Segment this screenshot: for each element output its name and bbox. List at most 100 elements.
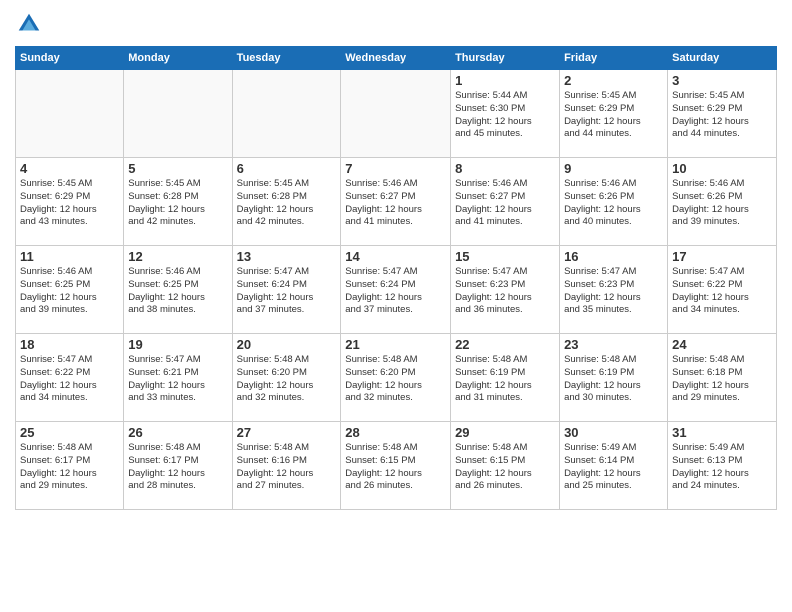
calendar-cell: 22 Sunrise: 5:48 AM Sunset: 6:19 PM Dayli… (451, 334, 560, 422)
calendar-cell: 7 Sunrise: 5:46 AM Sunset: 6:27 PM Daylig… (341, 158, 451, 246)
calendar-cell: 6 Sunrise: 5:45 AM Sunset: 6:28 PM Daylig… (232, 158, 341, 246)
calendar-cell: 30 Sunrise: 5:49 AM Sunset: 6:14 PM Dayli… (560, 422, 668, 510)
day-number: 7 (345, 161, 446, 176)
day-number: 17 (672, 249, 772, 264)
calendar-cell: 26 Sunrise: 5:48 AM Sunset: 6:17 PM Dayli… (124, 422, 232, 510)
day-number: 12 (128, 249, 227, 264)
calendar-cell: 25Sunrise: 5:48 AM Sunset: 6:17 PM Dayli… (16, 422, 124, 510)
day-info: Sunrise: 5:46 AM Sunset: 6:27 PM Dayligh… (455, 178, 555, 229)
day-info: Sunrise: 5:48 AM Sunset: 6:20 PM Dayligh… (345, 354, 446, 405)
day-number: 1 (455, 73, 555, 88)
calendar-cell: 24 Sunrise: 5:48 AM Sunset: 6:18 PM Dayli… (668, 334, 777, 422)
calendar-cell: 17 Sunrise: 5:47 AM Sunset: 6:22 PM Dayli… (668, 246, 777, 334)
day-number: 22 (455, 337, 555, 352)
day-info: Sunrise: 5:47 AM Sunset: 6:23 PM Dayligh… (455, 266, 555, 317)
calendar-cell: 11 Sunrise: 5:46 AM Sunset: 6:25 PM Dayli… (16, 246, 124, 334)
day-number: 14 (345, 249, 446, 264)
calendar-cell: 21Sunrise: 5:48 AM Sunset: 6:20 PM Dayli… (341, 334, 451, 422)
weekday-header-sunday: Sunday (16, 47, 124, 70)
weekday-header-thursday: Thursday (451, 47, 560, 70)
day-info: Sunrise: 5:46 AM Sunset: 6:27 PM Dayligh… (345, 178, 446, 229)
day-info: Sunrise: 5:48 AM Sunset: 6:16 PM Dayligh… (237, 442, 337, 493)
weekday-header-friday: Friday (560, 47, 668, 70)
day-number: 19 (128, 337, 227, 352)
weekday-header-row: SundayMondayTuesdayWednesdayThursdayFrid… (16, 47, 777, 70)
day-info: Sunrise: 5:48 AM Sunset: 6:18 PM Dayligh… (672, 354, 772, 405)
weekday-header-saturday: Saturday (668, 47, 777, 70)
day-info: Sunrise: 5:46 AM Sunset: 6:26 PM Dayligh… (672, 178, 772, 229)
day-number: 29 (455, 425, 555, 440)
day-number: 23 (564, 337, 663, 352)
calendar-cell: 15 Sunrise: 5:47 AM Sunset: 6:23 PM Dayli… (451, 246, 560, 334)
calendar-cell: 20 Sunrise: 5:48 AM Sunset: 6:20 PM Dayli… (232, 334, 341, 422)
calendar-cell: 14 Sunrise: 5:47 AM Sunset: 6:24 PM Dayli… (341, 246, 451, 334)
day-number: 6 (237, 161, 337, 176)
day-number: 28 (345, 425, 446, 440)
day-number: 4 (20, 161, 119, 176)
week-row-1: 1 Sunrise: 5:44 AM Sunset: 6:30 PM Daylig… (16, 70, 777, 158)
day-info: Sunrise: 5:47 AM Sunset: 6:23 PM Dayligh… (564, 266, 663, 317)
day-info: Sunrise: 5:48 AM Sunset: 6:15 PM Dayligh… (345, 442, 446, 493)
day-number: 18 (20, 337, 119, 352)
day-number: 27 (237, 425, 337, 440)
day-info: Sunrise: 5:49 AM Sunset: 6:13 PM Dayligh… (672, 442, 772, 493)
day-number: 30 (564, 425, 663, 440)
day-number: 16 (564, 249, 663, 264)
day-info: Sunrise: 5:45 AM Sunset: 6:29 PM Dayligh… (564, 90, 663, 141)
calendar-cell: 12 Sunrise: 5:46 AM Sunset: 6:25 PM Dayli… (124, 246, 232, 334)
day-number: 13 (237, 249, 337, 264)
logo (15, 10, 47, 38)
calendar-cell: 4 Sunrise: 5:45 AM Sunset: 6:29 PM Daylig… (16, 158, 124, 246)
calendar-cell: 31 Sunrise: 5:49 AM Sunset: 6:13 PM Dayli… (668, 422, 777, 510)
day-info: Sunrise: 5:48 AM Sunset: 6:19 PM Dayligh… (455, 354, 555, 405)
day-number: 5 (128, 161, 227, 176)
day-info: Sunrise: 5:49 AM Sunset: 6:14 PM Dayligh… (564, 442, 663, 493)
day-info: Sunrise: 5:47 AM Sunset: 6:24 PM Dayligh… (345, 266, 446, 317)
day-info: Sunrise: 5:48 AM Sunset: 6:15 PM Dayligh… (455, 442, 555, 493)
calendar-cell (124, 70, 232, 158)
logo-icon (15, 10, 43, 38)
day-number: 31 (672, 425, 772, 440)
day-info: Sunrise: 5:45 AM Sunset: 6:29 PM Dayligh… (672, 90, 772, 141)
week-row-4: 18Sunrise: 5:47 AM Sunset: 6:22 PM Dayli… (16, 334, 777, 422)
day-info: Sunrise: 5:48 AM Sunset: 6:19 PM Dayligh… (564, 354, 663, 405)
week-row-2: 4 Sunrise: 5:45 AM Sunset: 6:29 PM Daylig… (16, 158, 777, 246)
calendar-cell: 18Sunrise: 5:47 AM Sunset: 6:22 PM Dayli… (16, 334, 124, 422)
day-info: Sunrise: 5:48 AM Sunset: 6:17 PM Dayligh… (128, 442, 227, 493)
calendar-cell: 23 Sunrise: 5:48 AM Sunset: 6:19 PM Dayli… (560, 334, 668, 422)
calendar: SundayMondayTuesdayWednesdayThursdayFrid… (15, 46, 777, 510)
day-info: Sunrise: 5:48 AM Sunset: 6:20 PM Dayligh… (237, 354, 337, 405)
day-info: Sunrise: 5:46 AM Sunset: 6:25 PM Dayligh… (128, 266, 227, 317)
calendar-cell (16, 70, 124, 158)
day-info: Sunrise: 5:45 AM Sunset: 6:28 PM Dayligh… (128, 178, 227, 229)
day-number: 15 (455, 249, 555, 264)
day-info: Sunrise: 5:45 AM Sunset: 6:28 PM Dayligh… (237, 178, 337, 229)
weekday-header-monday: Monday (124, 47, 232, 70)
calendar-cell: 5 Sunrise: 5:45 AM Sunset: 6:28 PM Daylig… (124, 158, 232, 246)
day-number: 2 (564, 73, 663, 88)
calendar-cell: 1 Sunrise: 5:44 AM Sunset: 6:30 PM Daylig… (451, 70, 560, 158)
calendar-cell: 2 Sunrise: 5:45 AM Sunset: 6:29 PM Daylig… (560, 70, 668, 158)
day-info: Sunrise: 5:44 AM Sunset: 6:30 PM Dayligh… (455, 90, 555, 141)
day-info: Sunrise: 5:48 AM Sunset: 6:17 PM Dayligh… (20, 442, 119, 493)
calendar-cell: 29 Sunrise: 5:48 AM Sunset: 6:15 PM Dayli… (451, 422, 560, 510)
day-number: 20 (237, 337, 337, 352)
day-number: 9 (564, 161, 663, 176)
calendar-cell: 28 Sunrise: 5:48 AM Sunset: 6:15 PM Dayli… (341, 422, 451, 510)
day-info: Sunrise: 5:45 AM Sunset: 6:29 PM Dayligh… (20, 178, 119, 229)
day-info: Sunrise: 5:46 AM Sunset: 6:26 PM Dayligh… (564, 178, 663, 229)
day-number: 3 (672, 73, 772, 88)
weekday-header-tuesday: Tuesday (232, 47, 341, 70)
calendar-cell (232, 70, 341, 158)
day-info: Sunrise: 5:47 AM Sunset: 6:22 PM Dayligh… (672, 266, 772, 317)
weekday-header-wednesday: Wednesday (341, 47, 451, 70)
day-info: Sunrise: 5:47 AM Sunset: 6:24 PM Dayligh… (237, 266, 337, 317)
calendar-cell (341, 70, 451, 158)
day-number: 11 (20, 249, 119, 264)
day-info: Sunrise: 5:46 AM Sunset: 6:25 PM Dayligh… (20, 266, 119, 317)
calendar-cell: 8 Sunrise: 5:46 AM Sunset: 6:27 PM Daylig… (451, 158, 560, 246)
day-number: 26 (128, 425, 227, 440)
day-number: 8 (455, 161, 555, 176)
day-number: 24 (672, 337, 772, 352)
header (15, 10, 777, 38)
